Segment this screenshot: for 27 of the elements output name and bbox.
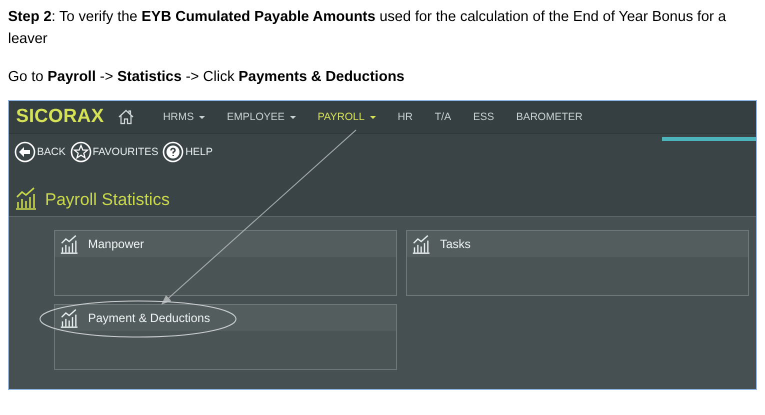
statistics-card[interactable]: Tasks	[406, 230, 749, 296]
instruction-text: Step 2: To verify the EYB Cumulated Payable Amounts used for the calculation of the End of Year Bonus for a leaver	[8, 8, 728, 49]
app-logo: SICORAX	[16, 106, 104, 128]
help-icon	[162, 141, 184, 163]
statistics-card[interactable]: Manpower	[54, 230, 397, 296]
nav-menu-item[interactable]: HR	[386, 111, 424, 123]
card-title: Payment & Deductions	[88, 311, 210, 325]
chart-icon	[15, 186, 39, 210]
chart-icon	[60, 234, 80, 254]
favourites-button[interactable]: FAVOURITES	[70, 141, 160, 163]
back-button[interactable]: BACK	[14, 141, 68, 163]
chart-icon	[412, 234, 432, 254]
back-icon	[14, 141, 36, 163]
page-title: Payroll Statistics	[45, 190, 170, 210]
statistics-card[interactable]: Payment & Deductions	[54, 304, 397, 370]
chart-icon	[60, 308, 80, 328]
nav-menu-item[interactable]: BAROMETER	[505, 111, 594, 123]
nav-menu-item[interactable]: PAYROLL	[306, 111, 387, 123]
nav-menu-item[interactable]: T/A	[424, 111, 462, 123]
nav-menu-item[interactable]: HRMS	[152, 111, 216, 123]
card-title: Tasks	[440, 237, 471, 251]
card-title: Manpower	[88, 237, 144, 251]
instruction-text: Go to Payroll -> Statistics -> Click Payments & Deductions	[8, 68, 406, 87]
help-button[interactable]: HELP	[162, 141, 215, 163]
nav-menu-item[interactable]: ESS	[462, 111, 506, 123]
home-icon[interactable]	[118, 109, 134, 125]
nav-menu-item[interactable]: EMPLOYEE	[216, 111, 307, 123]
